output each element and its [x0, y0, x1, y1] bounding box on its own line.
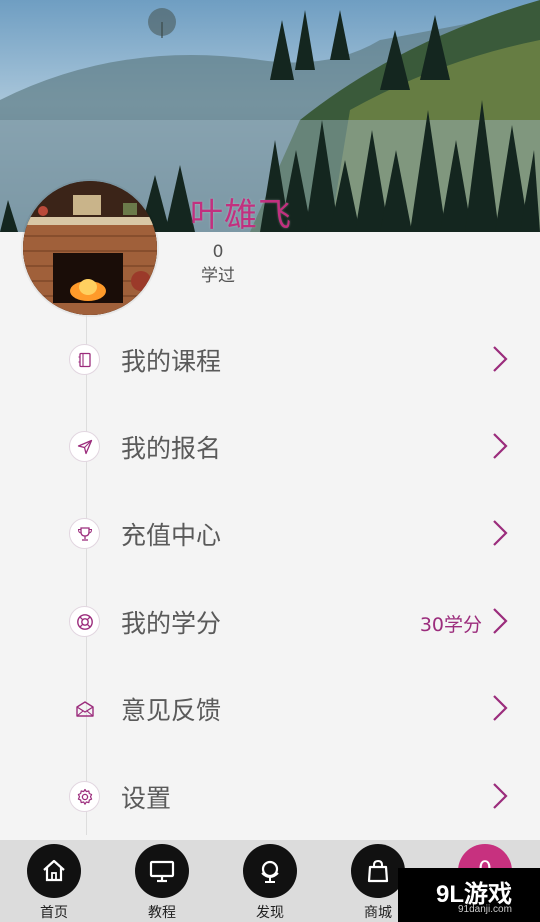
home-icon	[27, 844, 81, 898]
envelope-icon	[69, 693, 100, 724]
watermark-site: 91danji.com	[458, 904, 512, 915]
lifebuoy-icon	[69, 606, 100, 637]
nav-item-tutorials[interactable]: 教程	[127, 842, 197, 922]
menu-label: 我的课程	[121, 347, 222, 376]
menu-item-my-credits[interactable]: 我的学分 30学分	[0, 590, 540, 650]
avatar[interactable]	[23, 181, 157, 315]
learned-count: 0	[212, 242, 224, 262]
menu-label: 我的学分	[121, 609, 222, 638]
menu-label: 设置	[121, 784, 172, 813]
username: 叶雄飞	[190, 195, 292, 234]
gear-icon	[69, 781, 100, 812]
timeline-line	[86, 315, 87, 835]
nav-item-home[interactable]: 首页	[19, 842, 89, 922]
menu-item-settings[interactable]: 设置	[0, 765, 540, 825]
nav-label: 教程	[148, 905, 176, 921]
learned-label: 学过	[201, 266, 235, 286]
menu-item-my-courses[interactable]: 我的课程	[0, 328, 540, 388]
nav-item-discover[interactable]: 发现	[235, 842, 305, 922]
chevron-right-icon	[493, 433, 508, 459]
shopping-bag-icon	[351, 844, 405, 898]
trophy-icon	[69, 518, 100, 549]
menu-item-recharge[interactable]: 充值中心	[0, 502, 540, 562]
menu-item-my-registration[interactable]: 我的报名	[0, 415, 540, 475]
monitor-icon	[135, 844, 189, 898]
globe-icon	[243, 844, 297, 898]
menu-label: 充值中心	[121, 521, 222, 550]
credits-value: 30学分	[419, 614, 482, 636]
menu-label: 意见反馈	[121, 696, 222, 725]
menu-item-feedback[interactable]: 意见反馈	[0, 677, 540, 737]
chevron-right-icon	[493, 783, 508, 809]
watermark: 9L游戏 91danji.com	[398, 868, 540, 922]
chevron-right-icon	[493, 346, 508, 372]
nav-label: 发现	[256, 905, 284, 921]
paper-plane-icon	[69, 431, 100, 462]
fireplace-image	[23, 181, 157, 315]
learned-stat: 0 学过	[190, 240, 246, 288]
nav-label: 首页	[40, 905, 68, 921]
chevron-right-icon	[493, 695, 508, 721]
chevron-right-icon	[493, 608, 508, 634]
chevron-right-icon	[493, 520, 508, 546]
menu-label: 我的报名	[121, 434, 222, 463]
notebook-icon	[69, 344, 100, 375]
